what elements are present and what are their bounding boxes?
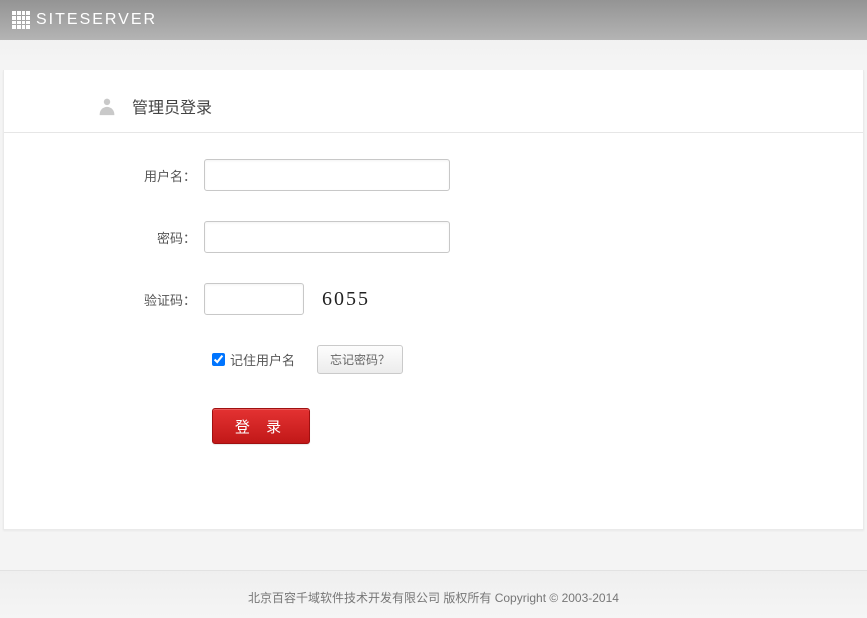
captcha-input[interactable] — [204, 283, 304, 315]
captcha-label: 验证码： — [4, 290, 204, 309]
app-header: SITESERVER — [0, 0, 867, 40]
captcha-row: 验证码： 6055 — [4, 283, 863, 315]
login-form: 用户名： 密码： 验证码： 6055 记住用户名 忘记密码？ 登 录 — [4, 133, 863, 444]
password-input[interactable] — [204, 221, 450, 253]
remember-username-checkbox[interactable] — [212, 353, 225, 366]
password-row: 密码： — [4, 221, 863, 253]
remember-username-wrap[interactable]: 记住用户名 — [212, 350, 295, 369]
remember-username-label: 记住用户名 — [230, 350, 295, 369]
username-input[interactable] — [204, 159, 450, 191]
logo-grid-icon — [12, 11, 30, 29]
brand-logo: SITESERVER — [12, 11, 157, 29]
footer: 北京百容千域软件技术开发有限公司 版权所有 Copyright © 2003-2… — [0, 570, 867, 618]
login-button[interactable]: 登 录 — [212, 408, 310, 444]
brand-text: SITESERVER — [36, 11, 157, 29]
username-row: 用户名： — [4, 159, 863, 191]
login-panel: 管理员登录 用户名： 密码： 验证码： 6055 记住用户名 忘记密码？ 登 录 — [3, 70, 864, 530]
copyright-text: 北京百容千域软件技术开发有限公司 版权所有 Copyright © 2003-2… — [248, 591, 619, 605]
options-row: 记住用户名 忘记密码？ — [212, 345, 863, 374]
password-label: 密码： — [4, 228, 204, 247]
panel-header: 管理员登录 — [4, 70, 863, 133]
username-label: 用户名： — [4, 166, 204, 185]
page-title: 管理员登录 — [132, 94, 212, 118]
user-icon — [96, 95, 118, 117]
forgot-password-button[interactable]: 忘记密码？ — [317, 345, 403, 374]
captcha-image: 6055 — [322, 288, 370, 311]
